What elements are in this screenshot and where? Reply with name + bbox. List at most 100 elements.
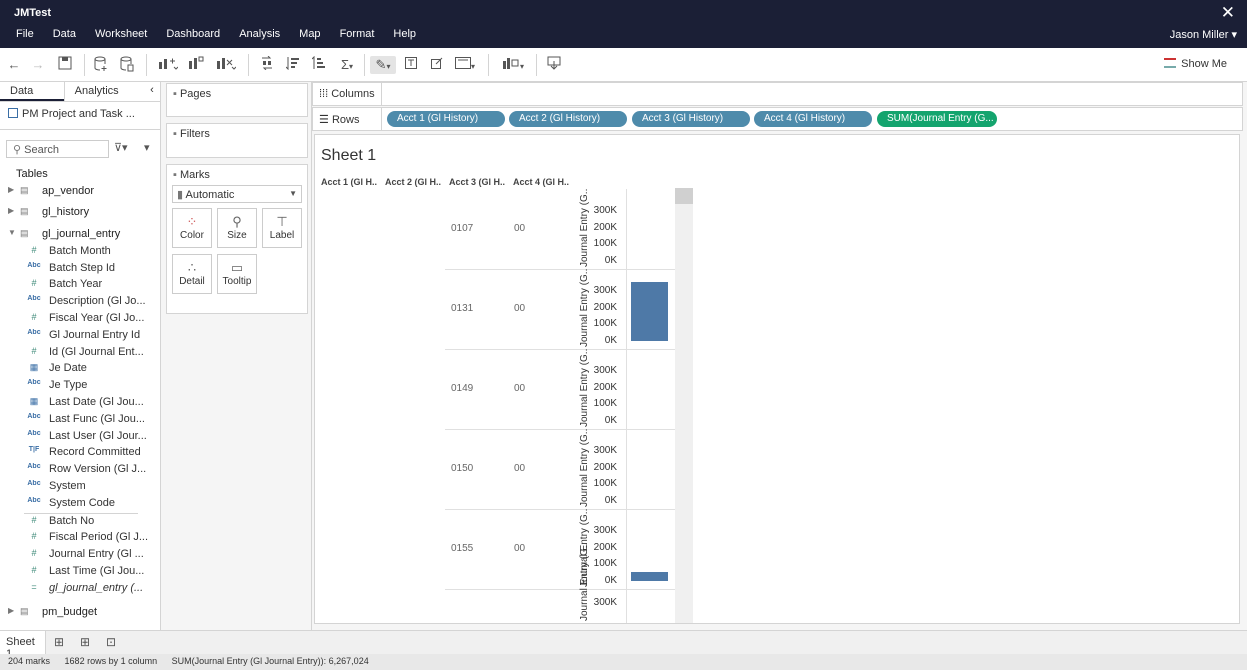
new-worksheet-tab-icon[interactable]: ⊞ (80, 635, 90, 649)
menu-bar: File Data Worksheet Dashboard Analysis M… (0, 28, 420, 44)
scrollbar-thumb[interactable] (675, 188, 693, 204)
field-item[interactable]: Abc Je Type (0, 379, 160, 396)
label-button[interactable]: ⊤ Label (262, 208, 302, 248)
menu-data[interactable]: Data (53, 28, 76, 44)
table-gl-history[interactable]: ▶ ▤ gl_history (0, 206, 160, 223)
sheet-tab-1[interactable]: Sheet 1 (0, 631, 46, 660)
mark-type-dropdown[interactable]: ▮ Automatic ▼ (172, 185, 302, 203)
field-item[interactable]: ▦ Je Date (0, 362, 160, 379)
sort-ascending-icon[interactable] (284, 56, 302, 74)
presentation-mode-icon[interactable]: ▾ (498, 56, 528, 74)
user-menu[interactable]: Jason Miller ▾ (1170, 28, 1237, 41)
collapse-pane-icon[interactable]: ‹ (148, 82, 160, 101)
annotate-icon[interactable] (428, 56, 446, 74)
clear-sheet-icon[interactable] (214, 56, 238, 74)
download-icon[interactable] (544, 56, 564, 74)
tab-analytics[interactable]: Analytics (63, 82, 148, 101)
color-button[interactable]: ⁘ Color (172, 208, 212, 248)
close-icon[interactable]: ✕ (1221, 4, 1235, 21)
undo-icon[interactable]: ← (6, 56, 22, 74)
field-item[interactable]: Abc Last Func (Gl Jou... (0, 413, 160, 430)
menu-file[interactable]: File (16, 28, 34, 44)
filter-fields-icon[interactable]: ⊽▾ (114, 141, 128, 154)
field-item[interactable]: Abc Row Version (Gl J... (0, 463, 160, 480)
totals-icon[interactable]: Σ▾ (336, 56, 358, 74)
redo-icon[interactable]: → (30, 56, 46, 74)
field-item[interactable]: ▦ Last Date (Gl Jou... (0, 396, 160, 413)
row-pill-acct3[interactable]: Acct 3 (Gl History) (632, 111, 750, 127)
rows-shelf[interactable]: ☰ Rows Acct 1 (Gl History) Acct 2 (Gl Hi… (312, 107, 1243, 131)
bar-mark[interactable] (631, 282, 668, 341)
show-me-button[interactable]: Show Me (1164, 58, 1227, 70)
sheet-view: Sheet 1 Acct 1 (Gl H.. Acct 2 (Gl H.. Ac… (314, 134, 1240, 624)
measure-item[interactable]: # Journal Entry (Gl ... (0, 548, 160, 565)
fit-icon[interactable]: ▾ (452, 56, 478, 74)
detail-button[interactable]: ∴ Detail (172, 254, 212, 294)
field-item[interactable]: Abc Gl Journal Entry Id (0, 329, 160, 346)
pause-updates-icon[interactable] (118, 56, 136, 74)
tooltip-button[interactable]: ▭ Tooltip (217, 254, 257, 294)
row-pill-acct1[interactable]: Acct 1 (Gl History) (387, 111, 505, 127)
swap-icon[interactable] (258, 55, 276, 74)
measure-item[interactable]: = gl_journal_entry (... (0, 582, 160, 599)
vertical-scrollbar[interactable] (675, 188, 693, 623)
highlight-icon[interactable]: ✎▾ (370, 56, 396, 74)
field-item[interactable]: # Id (Gl Journal Ent... (0, 346, 160, 363)
field-item[interactable]: # Batch Month (0, 245, 160, 262)
column-header-acct2[interactable]: Acct 2 (Gl H.. (385, 177, 441, 187)
menu-format[interactable]: Format (340, 28, 375, 44)
row-pill-sum-journal-entry[interactable]: SUM(Journal Entry (G... (877, 111, 997, 127)
duplicate-icon[interactable] (186, 56, 206, 74)
pages-card[interactable]: ▪ Pages (166, 83, 308, 117)
pane-menu-icon[interactable]: ▾ (144, 141, 150, 154)
datasource-item[interactable]: PM Project and Task ... (0, 102, 160, 130)
measure-item[interactable]: # Fiscal Period (Gl J... (0, 531, 160, 548)
field-item[interactable]: # Fiscal Year (Gl Jo... (0, 312, 160, 329)
label-icon: ⊤ (276, 214, 288, 229)
column-header-acct4[interactable]: Acct 4 (Gl H.. (513, 177, 569, 187)
new-worksheet-icon[interactable] (156, 56, 180, 74)
field-item[interactable]: Abc Batch Step Id (0, 262, 160, 279)
save-icon[interactable] (56, 56, 74, 74)
tab-data[interactable]: Data (0, 82, 64, 101)
menu-dashboard[interactable]: Dashboard (166, 28, 220, 44)
label-marks-icon[interactable] (402, 56, 420, 74)
field-item[interactable]: Abc System (0, 480, 160, 497)
table-gl-journal-entry[interactable]: ▼ ▤ gl_journal_entry (0, 228, 160, 245)
new-datasource-icon[interactable] (92, 56, 110, 74)
table-pm-budget[interactable]: ▶ ▤ pm_budget (0, 606, 160, 623)
row-pill-acct4[interactable]: Acct 4 (Gl History) (754, 111, 872, 127)
measure-item[interactable]: # Last Time (Gl Jou... (0, 565, 160, 582)
row-divider (445, 429, 675, 430)
color-icon: ⁘ (186, 214, 198, 229)
y-axis-tick: 200K (593, 301, 617, 313)
field-item[interactable]: # Batch Year (0, 278, 160, 295)
number-icon: # (31, 278, 37, 288)
bar-mark[interactable] (631, 571, 668, 581)
new-dashboard-tab-icon[interactable]: ⊡ (106, 635, 116, 649)
table-ap-vendor[interactable]: ▶ ▤ ap_vendor (0, 185, 160, 202)
field-item[interactable]: Abc System Code (0, 497, 160, 514)
row-acct4-label: 00 (514, 223, 526, 234)
row-pill-acct2[interactable]: Acct 2 (Gl History) (509, 111, 627, 127)
size-button[interactable]: ⚲ Size (217, 208, 257, 248)
measure-item[interactable]: # Batch No (0, 515, 160, 532)
menu-worksheet[interactable]: Worksheet (95, 28, 147, 44)
field-item[interactable]: T|F Record Committed (0, 446, 160, 463)
new-datasource-tab-icon[interactable]: ⊞ (54, 635, 64, 649)
row-acct4-label: 00 (514, 543, 526, 554)
field-item[interactable]: Abc Description (Gl Jo... (0, 295, 160, 312)
number-icon: # (31, 312, 37, 322)
string-icon: Abc (27, 329, 41, 336)
menu-map[interactable]: Map (299, 28, 320, 44)
column-header-acct1[interactable]: Acct 1 (Gl H.. (321, 177, 377, 187)
menu-analysis[interactable]: Analysis (239, 28, 280, 44)
column-header-acct3[interactable]: Acct 3 (Gl H.. (449, 177, 505, 187)
filters-card[interactable]: ▪ Filters (166, 123, 308, 158)
menu-help[interactable]: Help (393, 28, 416, 44)
field-item[interactable]: Abc Last User (Gl Jour... (0, 430, 160, 447)
columns-shelf[interactable]: ⁞⁞⁞ Columns (312, 82, 1243, 106)
size-icon: ⚲ (232, 214, 242, 229)
search-input[interactable]: ⚲ Search (6, 140, 109, 158)
sort-descending-icon[interactable] (310, 55, 328, 74)
